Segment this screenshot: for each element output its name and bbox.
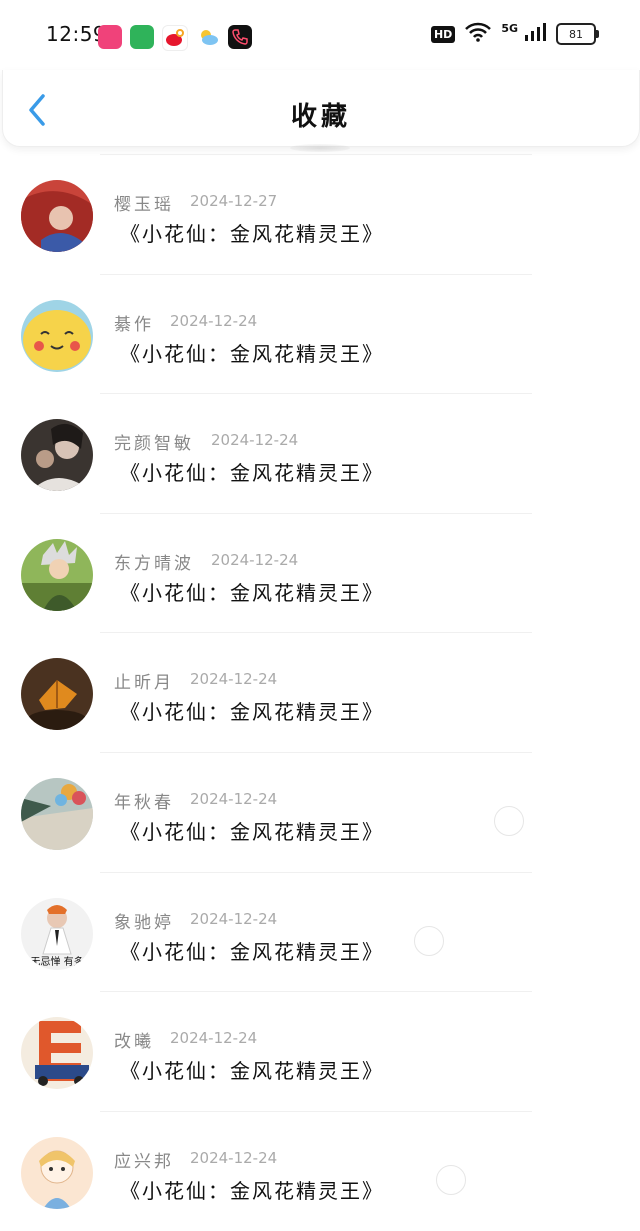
item-title: 《小花仙：金风花精灵王》 [120,222,384,246]
item-date: 2024-12-24 [211,550,299,569]
item-date: 2024-12-24 [190,1148,278,1167]
divider [100,273,532,275]
item-date: 2024-12-24 [190,909,278,928]
status-bar: 12:59 HD 5G 81 [0,0,640,72]
system-icons: HD 5G 81 [430,21,599,46]
notification-icons [98,25,252,51]
avatar[interactable] [21,419,93,492]
phone-app-icon [228,25,252,49]
list-item[interactable]: 完颜智敏 2024-12-24 《小花仙：金风花精灵王》 [0,393,640,513]
item-date: 2024-12-24 [211,431,299,450]
list-item[interactable]: 樱玉瑶 2024-12-27 《小花仙：金风花精灵王》 [0,154,640,274]
avatar[interactable] [21,180,93,252]
item-date: 2024-12-27 [190,192,278,210]
shopping-app-icon [98,25,122,49]
item-author: 止昕月 [114,673,174,694]
avatar[interactable] [21,658,93,731]
item-author: 改曦 [114,1032,154,1053]
select-circle[interactable] [414,925,444,956]
item-title: 《小花仙：金风花精灵王》 [120,580,384,605]
divider [100,154,532,155]
avatar[interactable] [21,777,93,850]
item-title: 《小花仙：金风花精灵王》 [120,1059,384,1084]
list-item[interactable]: 改曦 2024-12-24 《小花仙：金风花精灵王》 [0,991,640,1111]
signal-icon [524,22,546,46]
list-item[interactable]: 应兴邦 2024-12-24 《小花仙：金风花精灵王》 [0,1110,640,1231]
avatar[interactable] [21,538,93,611]
favorites-list: 樱玉瑶 2024-12-27 《小花仙：金风花精灵王》 綦作 2024-12-2… [0,154,640,1230]
select-circle[interactable] [436,1164,466,1195]
item-title: 《小花仙：金风花精灵王》 [120,819,384,844]
divider [100,632,532,634]
divider [100,871,532,873]
item-date: 2024-12-24 [170,1029,258,1048]
divider [100,991,532,993]
divider [100,393,532,395]
item-date: 2024-12-24 [190,789,278,808]
item-title: 《小花仙：金风花精灵王》 [120,700,384,725]
weather-icon [196,25,220,49]
wifi-icon [465,22,492,46]
avatar[interactable] [21,1017,93,1090]
item-author: 年秋春 [114,792,174,813]
weibo-icon [162,25,188,51]
item-title: 《小花仙：金风花精灵王》 [120,1178,384,1203]
item-date: 2024-12-24 [190,670,278,689]
list-item[interactable]: 无忌惮 有多 象驰婷 2024-12-24 《小花仙：金风花精灵王》 [0,871,640,992]
item-title: 《小花仙：金风花精灵王》 [120,939,384,964]
avatar[interactable] [21,299,93,372]
header-bar: 收藏 [2,70,640,147]
battery-icon: 81 [556,23,599,45]
divider [100,512,532,514]
list-item[interactable]: 綦作 2024-12-24 《小花仙：金风花精灵王》 [0,273,640,394]
item-author: 应兴邦 [114,1151,174,1172]
item-title: 《小花仙：金风花精灵王》 [120,341,384,366]
item-author: 东方晴波 [114,553,194,574]
item-author: 象驰婷 [114,912,174,933]
avatar[interactable] [21,1136,93,1209]
avatar-caption: 无忌惮 有多 [30,956,84,968]
header-shadow [290,144,350,152]
list-item[interactable]: 止昕月 2024-12-24 《小花仙：金风花精灵王》 [0,632,640,752]
item-author: 樱玉瑶 [114,195,174,215]
hd-badge: HD [430,25,456,43]
network-type-label: 5G [501,21,518,35]
item-author: 綦作 [114,314,154,335]
store-app-icon [130,25,154,49]
page-title: 收藏 [290,102,351,132]
list-item[interactable]: 年秋春 2024-12-24 《小花仙：金风花精灵王》 [0,751,640,872]
item-date: 2024-12-24 [170,311,258,330]
divider [100,751,532,753]
avatar[interactable]: 无忌惮 有多 [21,897,93,970]
item-author: 完颜智敏 [114,434,194,455]
select-circle[interactable] [494,805,524,836]
item-title: 《小花仙：金风花精灵王》 [120,461,384,486]
list-item[interactable]: 东方晴波 2024-12-24 《小花仙：金风花精灵王》 [0,512,640,633]
divider [100,1110,532,1112]
